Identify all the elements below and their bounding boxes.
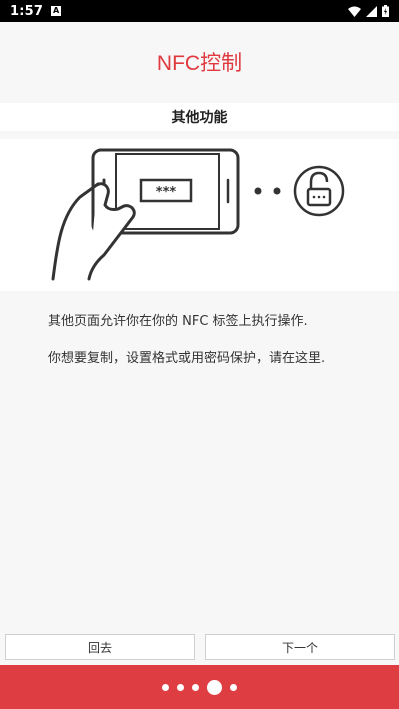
page-title: NFC控制 [156, 52, 243, 75]
section-header: 其他功能 [0, 103, 399, 131]
connection-dot-icon [273, 187, 281, 195]
signal-icon [366, 5, 377, 17]
notification-a-icon: A [51, 6, 62, 16]
description-paragraph: 其他页面允许你在你的 NFC 标签上执行操作. [48, 314, 308, 329]
connection-dot-icon [254, 187, 262, 195]
page-dot[interactable] [230, 683, 237, 691]
lock-icon [293, 165, 345, 217]
wifi-icon [348, 6, 361, 17]
feature-illustration: *** [0, 139, 399, 291]
password-field-icon: *** [139, 178, 193, 203]
back-button[interactable]: 回去 [5, 634, 195, 660]
page-dot-active[interactable] [207, 679, 222, 695]
navigation-buttons: 回去 下一个 [5, 634, 395, 660]
description-paragraph: 你想要复制，设置格式或用密码保护，请在这里. [48, 351, 326, 366]
status-time: 1:57 [10, 3, 44, 19]
section-title: 其他功能 [171, 110, 228, 126]
header: NFC控制 [0, 22, 399, 102]
page-dot[interactable] [177, 683, 184, 691]
svg-text:***: *** [156, 185, 177, 200]
page-dot[interactable] [162, 683, 169, 691]
battery-icon [382, 5, 389, 17]
phone-lock-illustration: *** [51, 148, 345, 281]
page-indicator [0, 665, 399, 709]
next-button[interactable]: 下一个 [205, 634, 395, 660]
status-icons [348, 5, 389, 17]
page-dot[interactable] [192, 683, 199, 691]
status-bar: 1:57 A [0, 0, 399, 22]
